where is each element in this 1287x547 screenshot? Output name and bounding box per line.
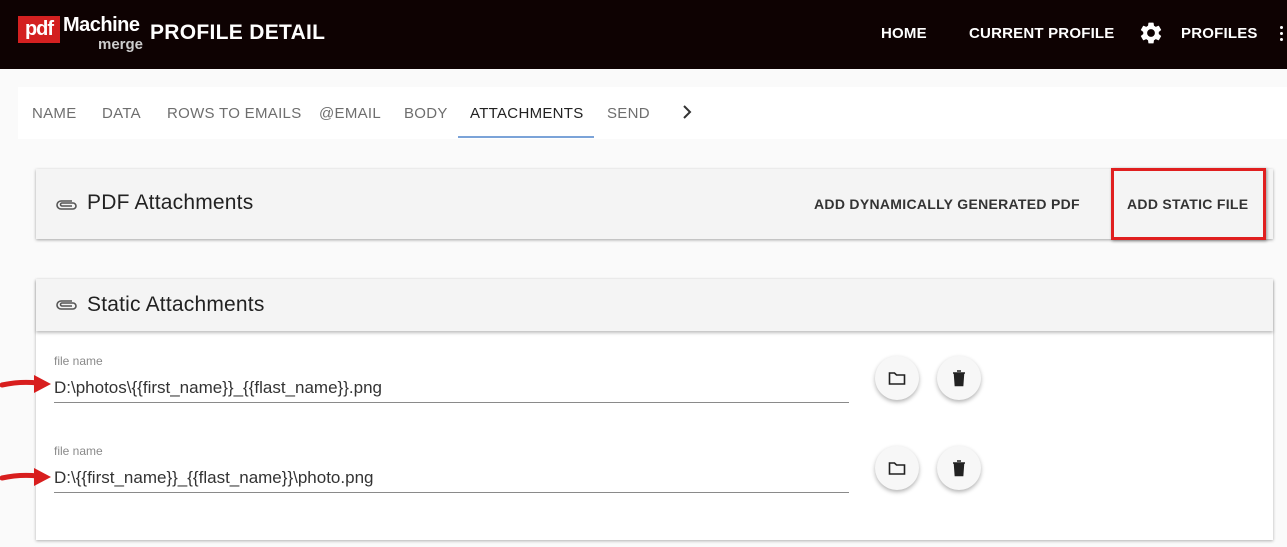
- attachment-icon: [56, 300, 77, 310]
- home-button[interactable]: HOME: [881, 25, 927, 42]
- pdf-attachments-card: PDF Attachments ADD DYNAMICALLY GENERATE…: [36, 169, 1273, 239]
- browse-file-button[interactable]: [875, 446, 919, 490]
- file-name-label: file name: [54, 444, 103, 458]
- tab-body[interactable]: BODY: [404, 105, 448, 122]
- delete-file-button[interactable]: [937, 356, 981, 400]
- app-header: pdf Machine merge PROFILE DETAIL HOME CU…: [0, 0, 1287, 69]
- logo-pdf-text: pdf: [18, 16, 60, 43]
- file-name-label: file name: [54, 354, 103, 368]
- chevron-right-icon[interactable]: [680, 104, 694, 120]
- tab-rows-to-emails[interactable]: ROWS TO EMAILS: [167, 105, 302, 122]
- gear-icon[interactable]: [1138, 20, 1164, 46]
- add-dynamic-pdf-button[interactable]: ADD DYNAMICALLY GENERATED PDF: [814, 196, 1080, 212]
- tab-email[interactable]: @EMAIL: [319, 105, 381, 122]
- active-tab-indicator: [458, 136, 594, 138]
- tab-name[interactable]: NAME: [32, 105, 77, 122]
- tab-data[interactable]: DATA: [102, 105, 141, 122]
- trash-icon: [953, 459, 965, 476]
- attachment-icon: [56, 200, 77, 210]
- file-name-input[interactable]: [54, 463, 849, 493]
- more-vert-icon[interactable]: [1280, 26, 1284, 42]
- static-attachments-title: Static Attachments: [87, 293, 265, 316]
- current-profile-button[interactable]: CURRENT PROFILE: [969, 25, 1115, 42]
- logo-machine-text: Machine: [63, 14, 140, 36]
- delete-file-button[interactable]: [937, 446, 981, 490]
- static-attachments-header: Static Attachments: [36, 279, 1273, 331]
- tab-bar: NAME DATA ROWS TO EMAILS @EMAIL BODY ATT…: [18, 87, 1287, 139]
- browse-file-button[interactable]: [875, 356, 919, 400]
- arrow-annotation-icon: [0, 468, 51, 486]
- logo-merge-text: merge: [98, 36, 144, 53]
- profiles-button[interactable]: PROFILES: [1181, 25, 1258, 42]
- folder-icon: [888, 462, 906, 475]
- page-title: PROFILE DETAIL: [150, 21, 326, 44]
- tab-attachments[interactable]: ATTACHMENTS: [470, 105, 584, 122]
- pdf-attachments-title: PDF Attachments: [87, 191, 254, 214]
- folder-icon: [888, 372, 906, 385]
- trash-icon: [953, 369, 965, 386]
- arrow-annotation-icon: [0, 375, 51, 393]
- file-name-input[interactable]: [54, 373, 849, 403]
- static-attachments-card: Static Attachments file name file name: [36, 279, 1273, 540]
- app-logo[interactable]: pdf Machine merge: [18, 13, 143, 55]
- tab-send[interactable]: SEND: [607, 105, 650, 122]
- highlight-annotation: [1111, 168, 1266, 240]
